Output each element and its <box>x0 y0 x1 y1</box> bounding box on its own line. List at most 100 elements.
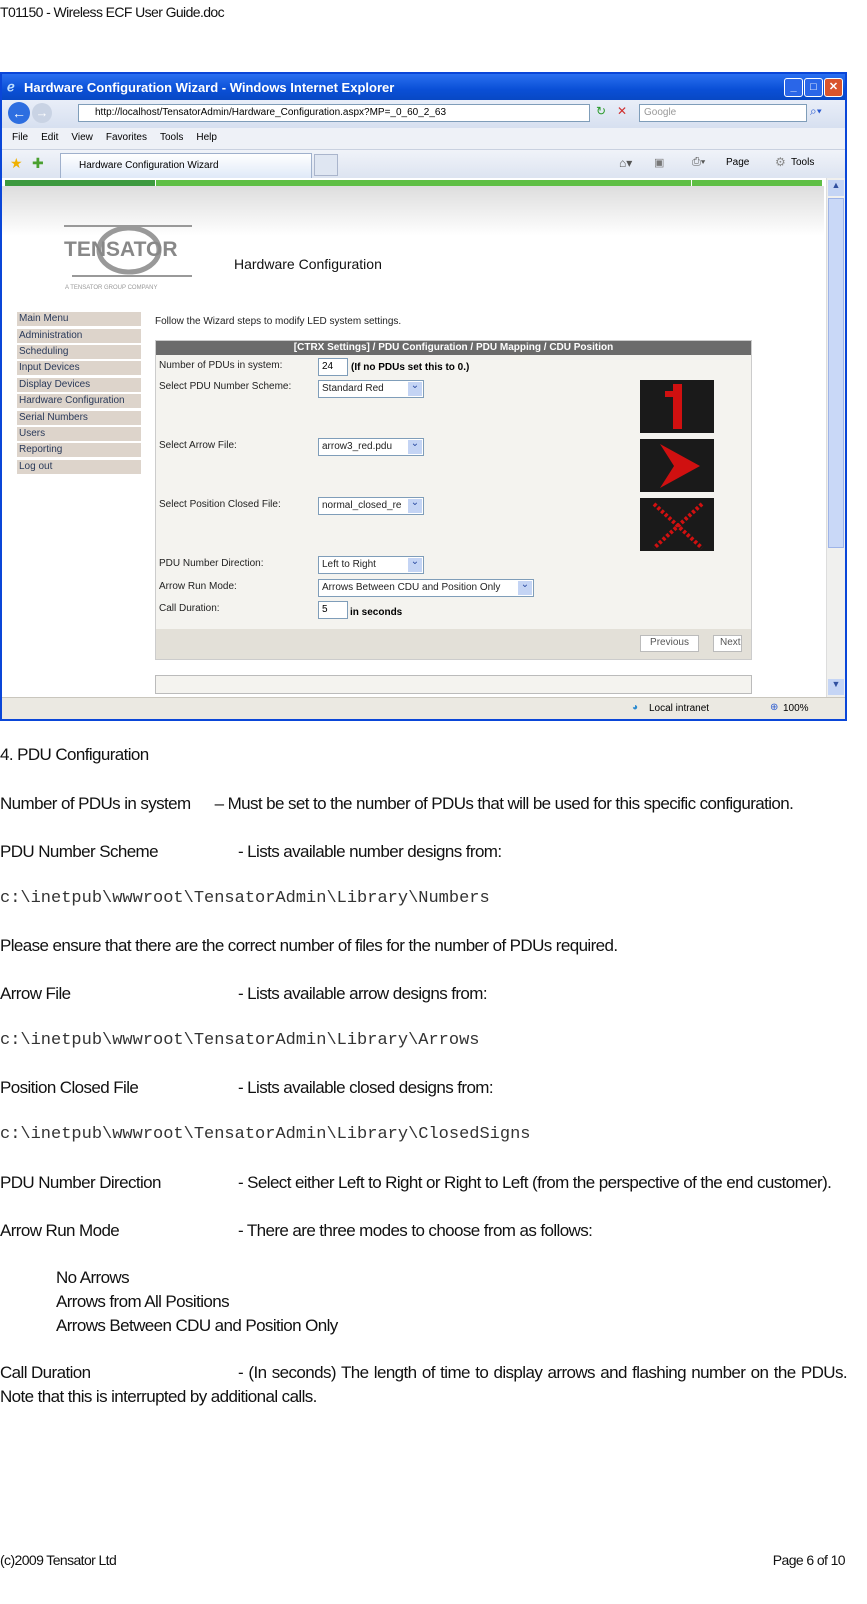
description: - Select either Left to Right or Right t… <box>238 1173 832 1192</box>
document-body: 4. PDU Configuration Number of PDUs in s… <box>0 743 848 1409</box>
ie-icon: ℯ <box>7 79 15 94</box>
page-content: TENSATOR A TENSATOR GROUP COMPANY Hardwa… <box>2 178 845 697</box>
tools-menu[interactable]: Tools <box>791 157 814 168</box>
mode-item: No Arrows <box>56 1268 130 1287</box>
security-zone: Local intranet <box>649 703 710 714</box>
stop-icon[interactable]: ✕ <box>617 104 635 122</box>
menu-view[interactable]: View <box>71 132 93 143</box>
num-pdus-input[interactable]: 24 <box>318 358 348 376</box>
document-header: T01150 - Wireless ECF User Guide.doc <box>0 4 225 20</box>
num-pdus-hint: (If no PDUs set this to 0.) <box>351 362 470 373</box>
forward-button[interactable]: → <box>32 103 52 123</box>
sidebar-item-scheduling[interactable]: Scheduling <box>17 345 141 359</box>
led-closed-preview <box>640 498 714 551</box>
sidebar-item-administration[interactable]: Administration <box>17 329 141 343</box>
minimize-button[interactable]: _ <box>784 78 803 97</box>
menu-bar: File Edit View Favorites Tools Help <box>2 128 845 150</box>
num-pdus-paragraph: Number of PDUs in system – Must be set to… <box>0 792 847 816</box>
duration-label: Call Duration: <box>159 603 220 614</box>
description: – Must be set to the number of PDUs that… <box>214 794 794 813</box>
led-number-preview <box>640 380 714 433</box>
direction-label: PDU Number Direction: <box>159 558 264 569</box>
intro-text: Follow the Wizard steps to modify LED sy… <box>155 316 402 327</box>
term: PDU Number Scheme <box>0 842 159 861</box>
description: - Lists available arrow designs from: <box>238 984 488 1003</box>
runmode-select[interactable]: Arrows Between CDU and Position Only <box>318 579 534 597</box>
mode-item: Arrows from All Positions <box>56 1292 230 1311</box>
term: Arrow File <box>0 984 71 1003</box>
back-button[interactable]: ← <box>8 102 30 124</box>
browser-window: ℯ Hardware Configuration Wizard - Window… <box>0 72 847 721</box>
tensator-logo: TENSATOR <box>62 222 202 282</box>
feeds-icon[interactable]: ▣ <box>654 156 664 169</box>
refresh-icon[interactable]: ↻ <box>596 104 614 122</box>
close-button[interactable]: ✕ <box>824 78 843 97</box>
arrow-label: Select Arrow File: <box>159 440 237 451</box>
favorites-star-icon[interactable]: ★ <box>10 155 23 172</box>
zoom-icon: ⊕ <box>770 702 779 713</box>
sidebar-item-serial-numbers[interactable]: Serial Numbers <box>17 411 141 425</box>
page-title: Hardware Configuration <box>234 256 382 272</box>
sidebar-item-users[interactable]: Users <box>17 427 141 441</box>
browser-title-bar: ℯ Hardware Configuration Wizard - Window… <box>2 74 845 100</box>
num-pdus-label: Number of PDUs in system: <box>159 360 283 371</box>
tab-hardware-configuration-wizard[interactable]: Hardware Configuration Wizard <box>60 153 312 178</box>
sidebar-item-main-menu[interactable]: Main Menu <box>17 312 141 326</box>
home-icon[interactable]: ⌂▾ <box>619 156 632 170</box>
maximize-button[interactable]: □ <box>804 78 823 97</box>
previous-button[interactable]: Previous <box>640 635 699 652</box>
favorites-bar: ★ ✚ Hardware Configuration Wizard ⌂▾ ▣ ⎙… <box>2 150 845 178</box>
search-input[interactable]: Google <box>639 104 807 122</box>
sidebar-item-reporting[interactable]: Reporting <box>17 443 141 457</box>
closed-select[interactable]: normal_closed_re <box>318 497 424 515</box>
arrow-select[interactable]: arrow3_red.pdu <box>318 438 424 456</box>
panel-title: [CTRX Settings] / PDU Configuration / PD… <box>156 341 751 355</box>
menu-file[interactable]: File <box>12 132 28 143</box>
browser-status-bar: ◕ Local intranet ⊕ 100% <box>2 697 845 719</box>
closed-path: c:\inetpub\wwwroot\TensatorAdmin\Library… <box>0 1125 531 1144</box>
runmode-label: Arrow Run Mode: <box>159 581 237 592</box>
closed-label: Select Position Closed File: <box>159 499 281 510</box>
scrollbar-thumb[interactable] <box>828 198 844 548</box>
intranet-icon: ◕ <box>632 702 639 713</box>
duration-input[interactable]: 5 <box>318 601 348 619</box>
term: PDU Number Direction <box>0 1173 161 1192</box>
term: Number of PDUs in system <box>0 794 191 813</box>
led-arrow-preview <box>640 439 714 492</box>
ensure-note: Please ensure that there are the correct… <box>0 936 618 955</box>
scheme-select[interactable]: Standard Red <box>318 380 424 398</box>
sidebar-item-hardware-configuration[interactable]: Hardware Configuration <box>17 394 141 408</box>
tools-gear-icon: ⚙ <box>775 155 786 169</box>
search-icon[interactable]: ⌕▾ <box>810 104 840 122</box>
vertical-scrollbar[interactable]: ▲ ▼ <box>826 178 845 697</box>
scroll-up-icon[interactable]: ▲ <box>828 180 844 196</box>
next-button[interactable]: Next <box>713 635 742 652</box>
window-title: Hardware Configuration Wizard - Windows … <box>24 80 395 95</box>
scroll-down-icon[interactable]: ▼ <box>828 679 844 695</box>
add-favorites-icon[interactable]: ✚ <box>32 155 44 172</box>
menu-tools[interactable]: Tools <box>160 132 183 143</box>
page-menu[interactable]: Page <box>726 157 749 168</box>
footer-copyright: (c)2009 Tensator Ltd <box>0 1552 117 1568</box>
sidebar-item-log-out[interactable]: Log out <box>17 460 141 474</box>
menu-favorites[interactable]: Favorites <box>106 132 147 143</box>
menu-edit[interactable]: Edit <box>41 132 58 143</box>
arrows-path: c:\inetpub\wwwroot\TensatorAdmin\Library… <box>0 1031 480 1050</box>
section-heading: 4. PDU Configuration <box>0 745 149 764</box>
sidebar-item-input-devices[interactable]: Input Devices <box>17 361 141 375</box>
address-bar-row: ← → http://localhost/TensatorAdmin/Hardw… <box>2 100 845 128</box>
direction-select[interactable]: Left to Right <box>318 556 424 574</box>
term: Arrow Run Mode <box>0 1221 120 1240</box>
duration-unit: in seconds <box>350 607 403 618</box>
menu-help[interactable]: Help <box>196 132 217 143</box>
status-field <box>155 675 752 694</box>
url-input[interactable]: http://localhost/TensatorAdmin/Hardware_… <box>78 104 590 122</box>
new-tab-button[interactable] <box>314 154 338 176</box>
description: - Lists available number designs from: <box>238 842 502 861</box>
description: - There are three modes to choose from a… <box>238 1221 593 1240</box>
zoom-level[interactable]: 100% <box>783 703 809 714</box>
print-icon[interactable]: ⎙▾ <box>692 156 705 169</box>
sidebar-item-display-devices[interactable]: Display Devices <box>17 378 141 392</box>
svg-text:TENSATOR: TENSATOR <box>64 238 178 261</box>
term: Position Closed File <box>0 1078 139 1097</box>
